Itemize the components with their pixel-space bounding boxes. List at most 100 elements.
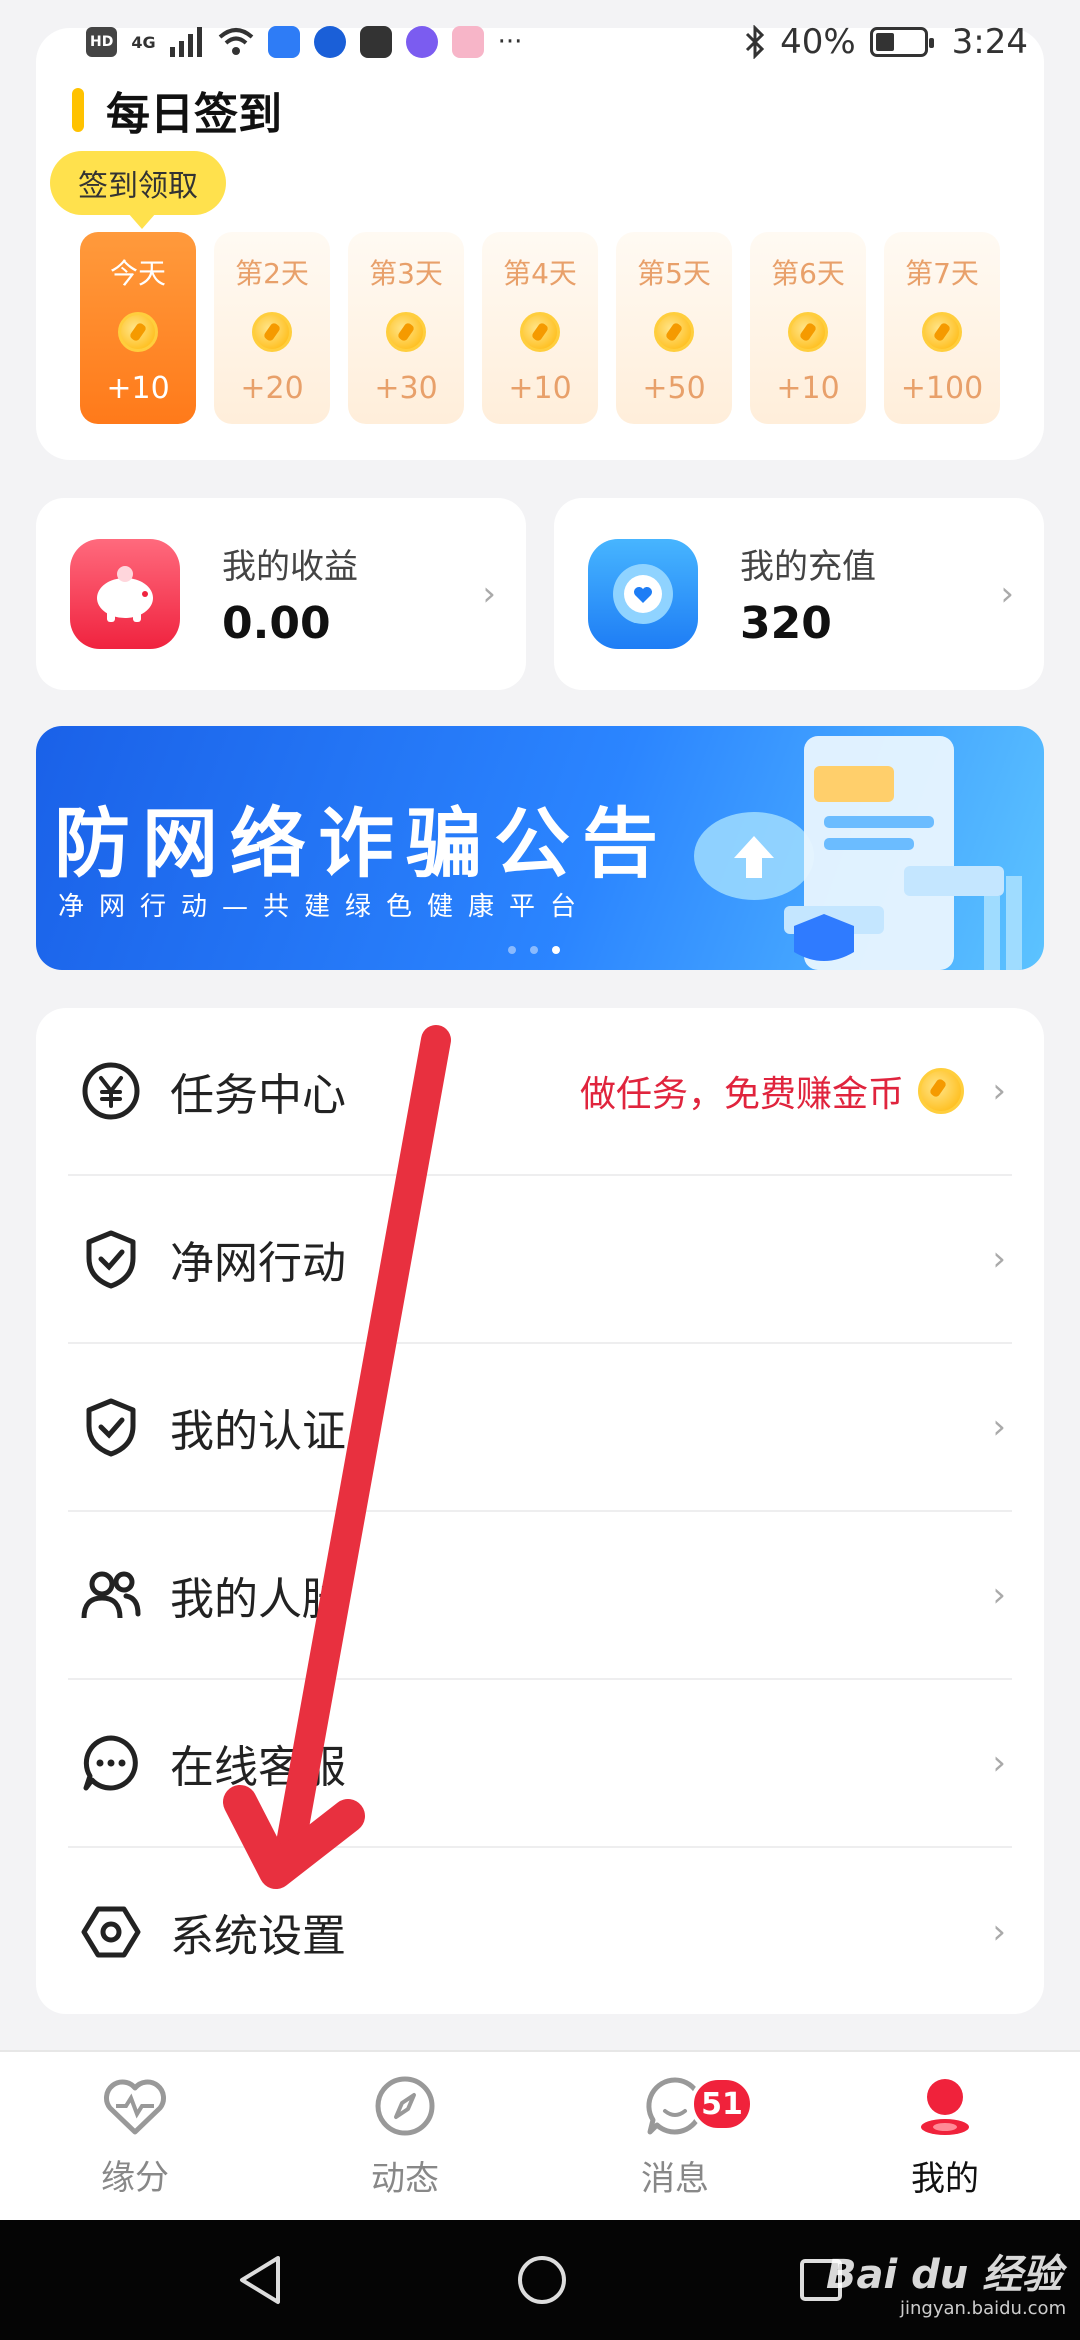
checkin-day-2[interactable]: 第2天 +20: [214, 232, 330, 424]
day-label: 第7天: [905, 257, 979, 290]
page-dot-active[interactable]: [552, 946, 560, 954]
chevron-right-icon: ›: [992, 1407, 1006, 1447]
battery-level: [875, 33, 895, 51]
menu-item-clean-net[interactable]: 净网行动 ›: [68, 1176, 1012, 1344]
task-promo: 做任务，免费赚金币: [580, 1065, 964, 1117]
checkin-day-6[interactable]: 第6天 +10: [750, 232, 866, 424]
tab-fate[interactable]: 缘分: [0, 2052, 270, 2222]
tab-label: 我的: [911, 2158, 979, 2199]
shield-icon: [86, 1230, 136, 1289]
chevron-right-icon: ›: [992, 1743, 1006, 1783]
menu-label: 净网行动: [170, 1238, 346, 1289]
tab-label: 缘分: [101, 2157, 169, 2198]
menu-label: 我的人脉: [170, 1574, 346, 1625]
coin-icon: [520, 311, 560, 352]
coin-icon: [918, 1068, 964, 1114]
day-label: 第3天: [369, 257, 443, 290]
chevron-right-icon: ›: [992, 1575, 1006, 1615]
battery-percent: 40%: [780, 22, 856, 62]
day-label: 第6天: [771, 257, 845, 290]
banner-subtitle: 净网行动—共建绿色健康平台: [58, 892, 592, 922]
banner-pagination: [508, 946, 560, 954]
hexagon-settings-icon: [81, 1906, 141, 1958]
tab-messages[interactable]: 消息 51: [540, 2052, 810, 2222]
settings-menu: 任务中心 做任务，免费赚金币 › 净网行动 › 我的认证 › 我的人脉 › 在线…: [36, 1008, 1044, 2014]
coin-icon: [922, 311, 962, 352]
menu-item-task-center[interactable]: 任务中心 做任务，免费赚金币 ›: [68, 1008, 1012, 1176]
checkin-day-3[interactable]: 第3天 +30: [348, 232, 464, 424]
menu-item-customer-service[interactable]: 在线客服 ›: [68, 1680, 1012, 1848]
menu-label: 在线客服: [170, 1742, 346, 1793]
network-label: 4G: [131, 32, 156, 52]
day-label: 第2天: [235, 257, 309, 290]
coin-icon: [654, 311, 694, 352]
watermark-url: jingyan.baidu.com: [900, 2298, 1067, 2319]
coin-icon: [118, 311, 158, 352]
day-label: 第5天: [637, 257, 711, 290]
coin-icon: [788, 311, 828, 352]
bulb-notification-icon: [313, 26, 346, 58]
wifi-icon: [218, 28, 253, 55]
app-notification-icon: [267, 26, 300, 58]
menu-label: 我的认证: [170, 1406, 346, 1457]
page-dot[interactable]: [508, 946, 516, 954]
tab-moments[interactable]: 动态: [270, 2052, 540, 2222]
checkin-day-5[interactable]: 第5天 +50: [616, 232, 732, 424]
yuan-icon: [82, 1062, 140, 1120]
menu-item-system-settings[interactable]: 系统设置 ›: [68, 1848, 1012, 2016]
tab-mine[interactable]: 我的: [810, 2052, 1080, 2222]
checkin-day-1[interactable]: 今天 +10: [80, 232, 196, 424]
recharge-label: 我的充值: [740, 547, 876, 587]
status-left: HD 4G ···: [86, 26, 522, 58]
huawei-notification-icon: [359, 26, 392, 58]
day-reward: +100: [900, 371, 984, 406]
back-icon[interactable]: [236, 2254, 286, 2306]
compass-icon: [375, 2076, 435, 2135]
day-reward: +50: [642, 371, 706, 406]
recharge-text: 我的充值 320: [740, 539, 876, 649]
piggy-bank-icon: [70, 539, 180, 649]
anti-fraud-banner[interactable]: 防网络诈骗公告 净网行动—共建绿色健康平台: [36, 726, 1044, 970]
more-notifications-icon: ···: [497, 27, 523, 57]
earnings-label: 我的收益: [222, 547, 358, 587]
coin-icon: [386, 311, 426, 352]
home-icon[interactable]: [516, 2254, 568, 2306]
page-dot[interactable]: [530, 946, 538, 954]
unread-badge: 51: [690, 2076, 754, 2132]
checkin-day-7[interactable]: 第7天 +100: [884, 232, 1000, 424]
daily-checkin-card: 每日签到 今天 +10 第2天 +20 第3天 +30 第4天 +10 第5天 +50 第…: [36, 28, 1044, 460]
menu-label: 任务中心: [170, 1070, 346, 1121]
title-accent-bar: [72, 88, 84, 132]
day-reward: +20: [240, 371, 304, 406]
shield-check-icon: [86, 1398, 136, 1457]
banner-title: 防网络诈骗公告: [54, 799, 670, 888]
task-promo-text: 做任务，免费赚金币: [579, 1074, 904, 1115]
day-reward: +30: [374, 371, 438, 406]
chevron-right-icon: ›: [992, 1239, 1006, 1279]
checkin-day-4[interactable]: 第4天 +10: [482, 232, 598, 424]
tab-label: 动态: [371, 2158, 439, 2199]
coin-icon: [252, 311, 292, 352]
profile-icon: [921, 2078, 969, 2135]
signal-icon: [169, 27, 202, 57]
menu-item-connections[interactable]: 我的人脉 ›: [68, 1512, 1012, 1680]
status-right: 40% 3:24: [744, 22, 1028, 62]
banner-illustration: [694, 736, 1022, 970]
chevron-right-icon: ›: [1000, 574, 1014, 614]
chevron-right-icon: ›: [482, 574, 496, 614]
photo-notification-icon: [451, 26, 484, 58]
recharge-value: 320: [740, 598, 832, 649]
battery-icon: [869, 27, 934, 57]
checkin-claim-bubble[interactable]: 签到领取: [50, 151, 226, 229]
day-reward: +10: [508, 371, 572, 406]
recharge-card[interactable]: 我的充值 320 ›: [554, 498, 1044, 690]
status-bar: HD 4G ··· 40% 3:24: [0, 0, 1080, 84]
earnings-card[interactable]: 我的收益 0.00 ›: [36, 498, 526, 690]
day-label: 今天: [109, 257, 166, 290]
menu-item-verification[interactable]: 我的认证 ›: [68, 1344, 1012, 1512]
day-reward: +10: [776, 371, 840, 406]
checkin-days: 今天 +10 第2天 +20 第3天 +30 第4天 +10 第5天 +50 第6天 +10…: [80, 232, 1000, 424]
hd-indicator: HD: [86, 27, 118, 57]
music-notification-icon: [405, 26, 438, 58]
checkin-title-text: 每日签到: [106, 89, 282, 140]
